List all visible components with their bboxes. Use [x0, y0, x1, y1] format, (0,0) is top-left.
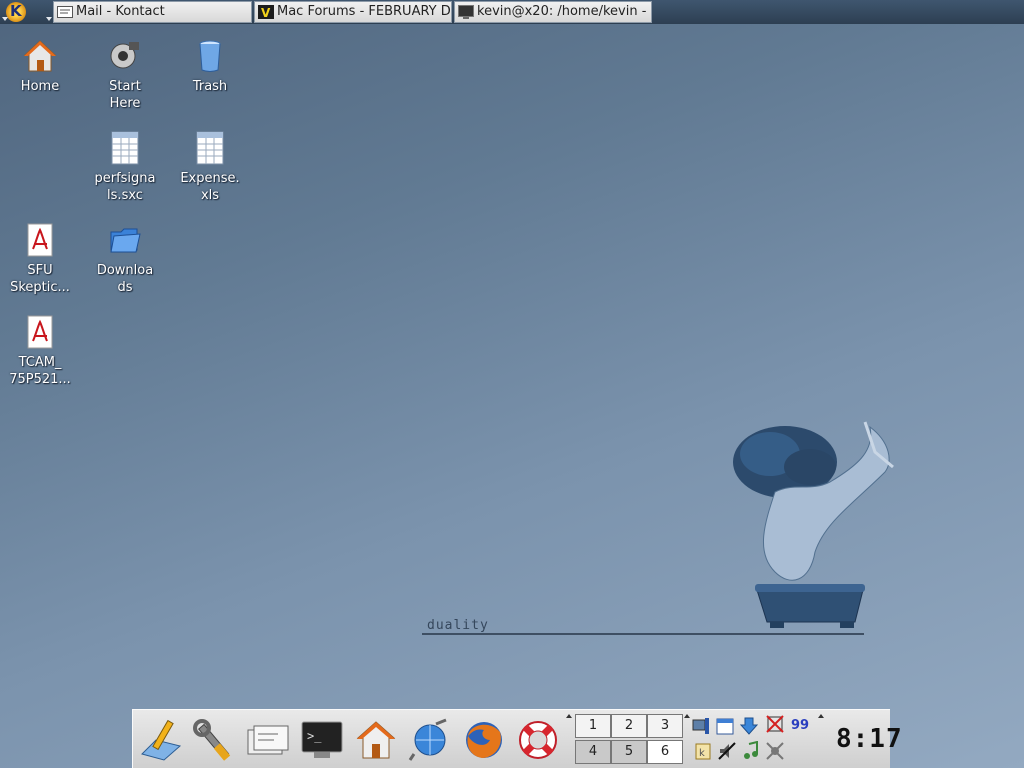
- wallpaper-caption: duality: [427, 618, 489, 633]
- kaddressbook-icon[interactable]: [244, 716, 292, 764]
- desktop-icon-perfsignals[interactable]: perfsigna ls.sxc: [87, 130, 163, 204]
- k-logo-icon: K: [10, 2, 22, 20]
- network-icon[interactable]: [691, 716, 711, 736]
- desktop-icon-tcam[interactable]: TCAM_ 75P521...: [2, 314, 78, 388]
- klipper-icon[interactable]: k: [693, 741, 713, 761]
- tray-badge-count[interactable]: 99: [791, 718, 809, 733]
- firefox-icon[interactable]: [460, 716, 508, 764]
- k-menu-button[interactable]: K: [0, 0, 52, 24]
- pager-desktop-2[interactable]: 2: [611, 714, 647, 738]
- pager-desktop-1[interactable]: 1: [575, 714, 611, 738]
- desktop-icon-label: Downloa ds: [96, 263, 154, 295]
- help-lifebuoy-icon[interactable]: [514, 716, 562, 764]
- pager-desktop-3[interactable]: 3: [647, 714, 683, 738]
- desktop-icon-start-here[interactable]: Start Here: [87, 38, 163, 112]
- task-mail-kontact[interactable]: Mail - Kontact: [53, 1, 252, 23]
- desktop-icon-label: Home: [20, 79, 60, 94]
- task-label: kevin@x20: /home/kevin - S: [477, 4, 652, 19]
- desktop-icon-label: perfsigna ls.sxc: [94, 171, 156, 203]
- pager-desktop-5[interactable]: 5: [611, 740, 647, 764]
- clock[interactable]: 8:17: [836, 724, 903, 754]
- panel-scroll-up-icon[interactable]: [818, 714, 824, 718]
- desktop-icon-trash[interactable]: Trash: [172, 38, 248, 95]
- desktop-icon-label: SFU Skeptic...: [10, 263, 70, 295]
- korganizer-icon[interactable]: [715, 716, 735, 736]
- bonsai-wallpaper-art: [733, 421, 894, 628]
- trash-icon: [199, 40, 221, 72]
- svg-text:V: V: [261, 6, 271, 19]
- music-note-icon[interactable]: [741, 741, 761, 761]
- task-label: Mac Forums - FEBRUARY DE: [277, 4, 452, 19]
- top-taskbar: K Mail - Kontact V Mac Forums - FEBRUARY…: [0, 0, 1024, 24]
- network-nodes-icon[interactable]: [765, 741, 785, 761]
- desktop-icon-expense[interactable]: Expense. xls: [172, 130, 248, 204]
- chevron-down-icon: [2, 17, 8, 21]
- desktop-icon-sfu-skeptic[interactable]: SFU Skeptic...: [2, 222, 78, 296]
- pdf-file-icon: [27, 223, 53, 257]
- download-arrow-icon[interactable]: [739, 716, 759, 736]
- chevron-down-icon: [46, 17, 52, 21]
- panel-scroll-up-icon[interactable]: [684, 714, 690, 718]
- wallpaper-shelf-line: [422, 633, 864, 635]
- spreadsheet-file-icon: [111, 131, 139, 165]
- desktop-icon-downloads[interactable]: Downloa ds: [87, 222, 163, 296]
- desktop-icon-label: Trash: [192, 79, 228, 94]
- desktop-icon-label: TCAM_ 75P521...: [9, 355, 71, 387]
- task-konsole[interactable]: kevin@x20: /home/kevin - S: [454, 1, 652, 23]
- muted-network-icon[interactable]: [765, 714, 785, 734]
- kwrite-icon[interactable]: [136, 716, 184, 764]
- desktop-icon-home[interactable]: Home: [2, 38, 78, 95]
- panel-scroll-up-icon[interactable]: [566, 714, 572, 718]
- folder-icon: [110, 228, 141, 253]
- kcontrol-icon[interactable]: [190, 716, 238, 764]
- kicker-panel: >_ 1 2 3 4 5 6 99 k: [132, 709, 890, 768]
- home-folder-icon: [23, 40, 57, 72]
- svg-text:k: k: [699, 748, 705, 759]
- task-label: Mail - Kontact: [76, 4, 165, 19]
- pdf-file-icon: [27, 315, 53, 349]
- desktop-icon-label: Start Here: [109, 79, 141, 111]
- kontact-mail-icon: [57, 6, 73, 18]
- svg-text:>_: >_: [307, 729, 322, 743]
- macforums-favicon-icon: V: [258, 5, 274, 19]
- task-mac-forums[interactable]: V Mac Forums - FEBRUARY DE: [254, 1, 452, 23]
- start-here-icon: [110, 42, 139, 69]
- volume-muted-icon[interactable]: [717, 741, 737, 761]
- desktop-icon-label: Expense. xls: [180, 171, 240, 203]
- terminal-icon: [458, 5, 474, 19]
- pager-desktop-4[interactable]: 4: [575, 740, 611, 764]
- home-icon[interactable]: [352, 716, 400, 764]
- spreadsheet-file-icon: [196, 131, 224, 165]
- pager-desktop-6-active[interactable]: 6: [647, 740, 683, 764]
- konsole-icon[interactable]: >_: [298, 716, 346, 764]
- konqueror-icon[interactable]: [406, 716, 454, 764]
